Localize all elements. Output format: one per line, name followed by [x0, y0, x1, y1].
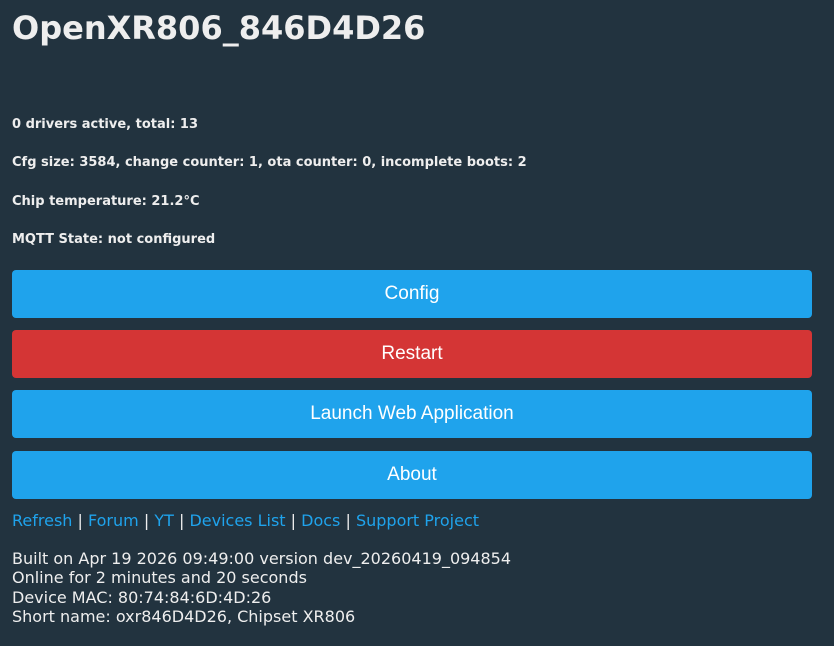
restart-button[interactable]: Restart [12, 330, 812, 378]
link-separator: | [345, 511, 351, 530]
link-separator: | [178, 511, 185, 530]
link-separator: | [290, 511, 297, 530]
devices-list-link[interactable]: Devices List [189, 511, 285, 530]
footer-links: Refresh | Forum | YT | Devices List | Do… [12, 511, 479, 531]
link-separator: | [143, 511, 150, 530]
about-button[interactable]: About [12, 451, 812, 499]
docs-link[interactable]: Docs [301, 511, 340, 530]
chip-temperature-status: Chip temperature: 21.2°C [12, 194, 200, 209]
build-info: Built on Apr 19 2026 09:49:00 version de… [12, 549, 512, 568]
uptime-info: Online for 2 minutes and 20 seconds [12, 568, 307, 588]
support-project-link[interactable]: Support Project [356, 511, 479, 530]
mqtt-status: MQTT State: not configured [12, 232, 216, 247]
cfg-status: Cfg size: 3584, change counter: 1, ota c… [12, 155, 527, 170]
device-info: Built on Apr 19 2026 09:49:00 version de… [12, 549, 511, 626]
config-button[interactable]: Config [12, 270, 812, 318]
launch-web-application-button[interactable]: Launch Web Application [12, 390, 812, 438]
page-title: OpenXR806_846D4D26 [12, 9, 426, 47]
forum-link[interactable]: Forum [88, 511, 139, 530]
yt-link[interactable]: YT [154, 511, 174, 530]
drivers-status: 0 drivers active, total: 13 [12, 117, 199, 132]
short-name-info: Short name: oxr846D4D26, Chipset XR806 [12, 606, 356, 626]
refresh-link[interactable]: Refresh [12, 511, 72, 530]
link-separator: | [77, 511, 83, 530]
device-mac: Device MAC: 80:74:84:6D:4D:26 [12, 587, 272, 607]
